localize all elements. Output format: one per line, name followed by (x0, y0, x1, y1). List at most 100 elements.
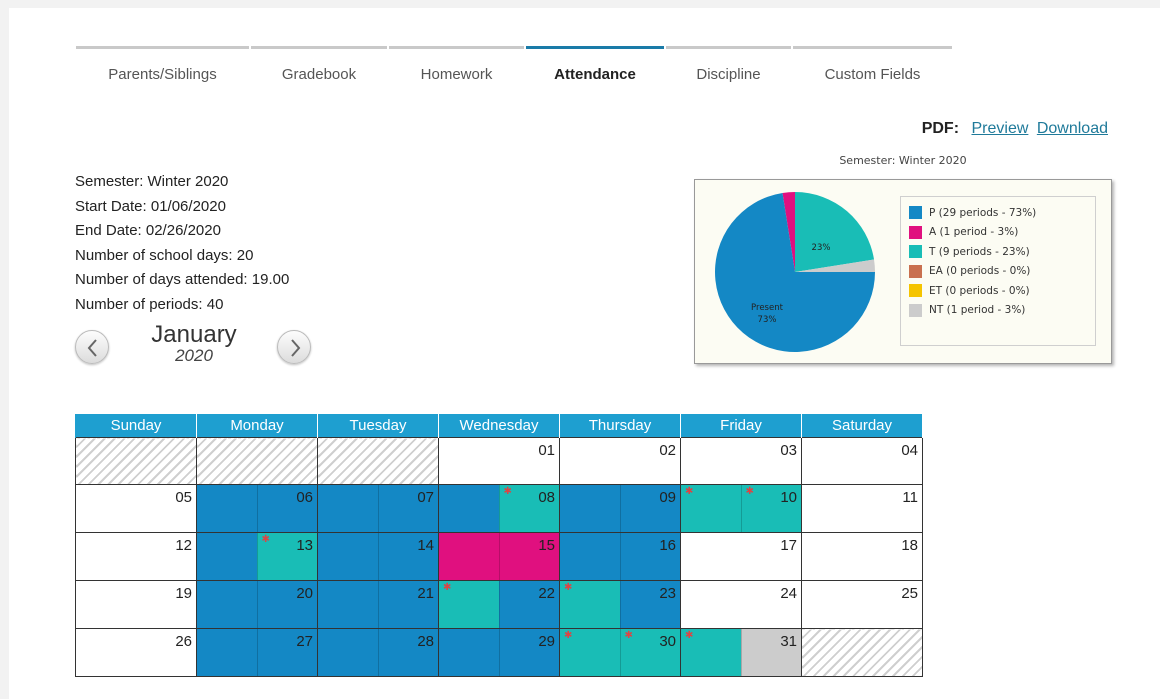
pdf-links: PDF: Preview Download (922, 120, 1108, 138)
note-marker-icon: ✱ (685, 486, 694, 497)
period-pm: 06 (256, 485, 317, 532)
period-pm: 28 (377, 629, 438, 676)
calendar-day-cell[interactable]: 20 (196, 580, 318, 629)
tab-bar: Parents/Siblings Gradebook Homework Atte… (76, 46, 954, 83)
day-number: 15 (538, 537, 555, 554)
period-am (318, 485, 378, 532)
calendar-day-cell[interactable]: 18 (801, 532, 923, 581)
period-pm: ✱ 10 (740, 485, 801, 532)
start-date-text: Start Date: 01/06/2020 (75, 197, 226, 215)
calendar-day-cell[interactable]: 25 (801, 580, 923, 629)
day-number: 26 (175, 633, 192, 650)
period-pm: 22 (498, 581, 559, 628)
calendar-day-cell[interactable]: 14 (317, 532, 439, 581)
calendar-day-cell[interactable]: 16 (559, 532, 681, 581)
calendar-day-cell[interactable]: ✱ 31 (680, 628, 802, 677)
legend-swatch (909, 303, 922, 317)
day-number: 07 (417, 489, 434, 506)
legend-swatch (909, 264, 922, 278)
calendar-day-cell[interactable]: 26 (75, 628, 197, 677)
calendar-day-cell[interactable]: 28 (317, 628, 439, 677)
calendar-day-cell[interactable]: 29 (438, 628, 560, 677)
tab-gradebook[interactable]: Gradebook (251, 46, 387, 83)
calendar-day-cell[interactable]: 27 (196, 628, 318, 677)
period-am (197, 485, 257, 532)
calendar-day-cell[interactable]: 07 (317, 484, 439, 533)
calendar-day-cell[interactable]: 05 (75, 484, 197, 533)
period-am (439, 533, 499, 580)
tab-discipline[interactable]: Discipline (666, 46, 791, 83)
calendar-day-cell[interactable]: 04 (801, 437, 923, 485)
day-number: 05 (175, 489, 192, 506)
legend-item-ea: EA (0 periods - 0%) (909, 262, 1095, 282)
calendar-day-cell[interactable]: 09 (559, 484, 681, 533)
calendar-blank-cell (801, 628, 923, 677)
calendar-day-cell[interactable]: 21 (317, 580, 439, 629)
day-number: 21 (417, 585, 434, 602)
pie-label-t-pct: 23% (812, 243, 831, 253)
day-number: 14 (417, 537, 434, 554)
day-header-monday: Monday (196, 413, 318, 438)
calendar-day-cell[interactable]: 01 (438, 437, 560, 485)
pie-slice-t (795, 192, 875, 272)
calendar-day-cell[interactable]: 11 (801, 484, 923, 533)
day-header-tuesday: Tuesday (317, 413, 439, 438)
days-attended-text: Number of days attended: 19.00 (75, 271, 290, 288)
month-year: 2020 (175, 346, 213, 365)
chart-legend: P (29 periods - 73%) A (1 period - 3%) T (… (900, 196, 1096, 346)
day-number: 18 (901, 537, 918, 554)
end-date-text: End Date: 02/26/2020 (75, 222, 221, 239)
calendar-day-cell[interactable]: 03 (680, 437, 802, 485)
period-am (439, 629, 499, 676)
tab-homework[interactable]: Homework (389, 46, 524, 83)
day-number: 08 (538, 489, 555, 506)
calendar-day-cell[interactable]: 02 (559, 437, 681, 485)
calendar-day-cell[interactable]: ✱ 22 (438, 580, 560, 629)
note-marker-icon: ✱ (564, 582, 573, 593)
day-header-sunday: Sunday (75, 413, 197, 438)
calendar-day-cell[interactable]: ✱ ✱ 10 (680, 484, 802, 533)
calendar-day-cell[interactable]: 19 (75, 580, 197, 629)
period-am: ✱ (681, 629, 741, 676)
month-label: January 2020 (139, 321, 249, 366)
day-number: 23 (659, 585, 676, 602)
day-number: 19 (175, 585, 192, 602)
day-number: 25 (901, 585, 918, 602)
tab-parents-siblings[interactable]: Parents/Siblings (76, 46, 249, 83)
pdf-preview-link[interactable]: Preview (971, 120, 1028, 137)
period-am: ✱ (560, 629, 620, 676)
calendar-day-cell[interactable]: ✱ ✱ 30 (559, 628, 681, 677)
prev-month-button[interactable] (75, 330, 109, 364)
pie-label-present: Present (751, 303, 784, 313)
period-pm: 21 (377, 581, 438, 628)
next-month-button[interactable] (277, 330, 311, 364)
calendar-blank-cell (75, 437, 197, 485)
calendar-blank-cell (196, 437, 318, 485)
period-pm: 15 (498, 533, 559, 580)
calendar-day-cell[interactable]: 06 (196, 484, 318, 533)
calendar-day-cell[interactable]: 12 (75, 532, 197, 581)
semester-info: Semester: Winter 2020 Start Date: 01/06/… (75, 170, 289, 317)
calendar-day-cell[interactable]: ✱ 23 (559, 580, 681, 629)
legend-item-p: P (29 periods - 73%) (909, 203, 1095, 223)
note-marker-icon: ✱ (685, 630, 694, 641)
period-pm: 27 (256, 629, 317, 676)
period-pm: 29 (498, 629, 559, 676)
calendar-day-cell[interactable]: ✱ 13 (196, 532, 318, 581)
calendar-day-cell[interactable]: 15 (438, 532, 560, 581)
tab-custom-fields[interactable]: Custom Fields (793, 46, 952, 83)
calendar-day-cell[interactable]: 24 (680, 580, 802, 629)
tab-attendance[interactable]: Attendance (526, 46, 664, 83)
pdf-download-link[interactable]: Download (1037, 120, 1108, 137)
calendar-day-cell[interactable]: 17 (680, 532, 802, 581)
period-pm: 09 (619, 485, 680, 532)
period-am (197, 629, 257, 676)
month-name: January (151, 321, 237, 348)
day-number: 01 (538, 442, 555, 459)
period-am (560, 485, 620, 532)
legend-swatch (909, 225, 922, 239)
calendar-day-cell[interactable]: ✱ 08 (438, 484, 560, 533)
period-am (197, 581, 257, 628)
day-number: 22 (538, 585, 555, 602)
period-am (318, 629, 378, 676)
